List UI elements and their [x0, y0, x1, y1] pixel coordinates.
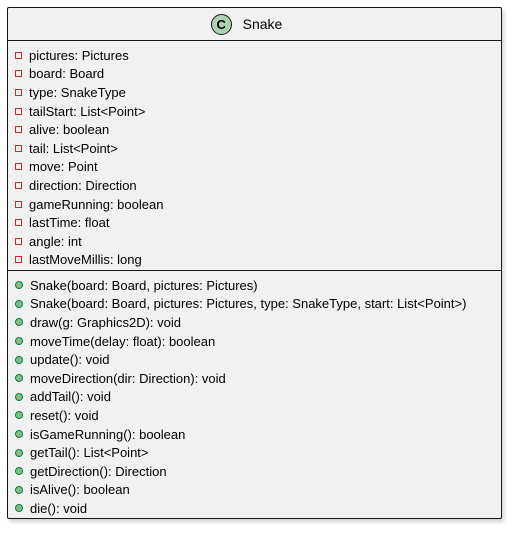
field-text: move: Point [29, 159, 98, 175]
method-text: die(): void [30, 500, 88, 516]
class-header: C Snake [8, 8, 501, 41]
field-text: pictures: Pictures [29, 47, 129, 63]
public-method-icon [15, 299, 23, 308]
private-field-icon [15, 181, 22, 189]
method-text: moveDirection(dir: Direction): void [30, 370, 226, 386]
class-icon-letter: C [216, 16, 226, 32]
private-field-icon [15, 107, 22, 115]
private-field-icon [15, 163, 22, 171]
methods-section: Snake(board: Board, pictures: Pictures) … [8, 271, 501, 518]
method-row: die(): void [8, 499, 501, 518]
method-text: reset(): void [30, 407, 99, 423]
public-method-icon [15, 504, 23, 513]
private-field-icon [15, 200, 22, 208]
method-text: Snake(board: Board, pictures: Pictures) [30, 277, 258, 293]
private-field-icon [15, 237, 22, 245]
field-row: lastMoveMillis: long [8, 251, 501, 270]
field-row: type: SnakeType [8, 83, 501, 102]
class-name: Snake [242, 16, 283, 32]
public-method-icon [15, 467, 23, 476]
private-field-icon [15, 256, 22, 264]
field-text: angle: int [29, 233, 82, 249]
public-method-icon [15, 448, 23, 457]
field-text: gameRunning: boolean [29, 196, 164, 212]
field-row: move: Point [8, 158, 501, 177]
public-method-icon [15, 318, 23, 327]
method-text: addTail(): void [30, 389, 111, 405]
method-row: moveDirection(dir: Direction): void [8, 369, 501, 388]
method-text: moveTime(delay: float): boolean [30, 333, 216, 349]
fields-section: pictures: Pictures board: Board type: Sn… [8, 41, 501, 271]
class-icon: C [210, 13, 232, 35]
field-row: tailStart: List<Point> [8, 102, 501, 121]
field-text: lastMoveMillis: long [29, 252, 142, 268]
private-field-icon [15, 126, 22, 134]
method-text: isAlive(): boolean [30, 482, 130, 498]
method-row: reset(): void [8, 406, 501, 425]
field-text: tail: List<Point> [29, 140, 118, 156]
method-row: moveTime(delay: float): boolean [8, 332, 501, 351]
public-method-icon [15, 485, 23, 494]
public-method-icon [15, 355, 23, 364]
field-text: type: SnakeType [29, 84, 126, 100]
method-row: draw(g: Graphics2D): void [8, 313, 501, 332]
private-field-icon [15, 88, 22, 96]
public-method-icon [15, 281, 23, 290]
field-row: angle: int [8, 232, 501, 251]
method-row: Snake(board: Board, pictures: Pictures, … [8, 295, 501, 314]
private-field-icon [15, 144, 22, 152]
method-text: getTail(): List<Point> [30, 445, 149, 461]
method-row: isAlive(): boolean [8, 481, 501, 500]
field-text: direction: Direction [29, 177, 137, 193]
field-row: alive: boolean [8, 120, 501, 139]
field-row: pictures: Pictures [8, 46, 501, 65]
method-row: addTail(): void [8, 388, 501, 407]
field-row: direction: Direction [8, 176, 501, 195]
method-row: isGameRunning(): boolean [8, 425, 501, 444]
field-text: tailStart: List<Point> [29, 103, 146, 119]
field-row: lastTime: float [8, 213, 501, 232]
method-text: getDirection(): Direction [30, 463, 167, 479]
method-text: isGameRunning(): boolean [30, 426, 186, 442]
public-method-icon [15, 374, 23, 383]
field-text: lastTime: float [29, 215, 110, 231]
method-text: draw(g: Graphics2D): void [30, 314, 181, 330]
field-text: board: Board [29, 66, 105, 82]
field-row: gameRunning: boolean [8, 195, 501, 214]
public-method-icon [15, 392, 23, 401]
public-method-icon [15, 430, 23, 439]
method-row: getTail(): List<Point> [8, 443, 501, 462]
method-text: update(): void [30, 352, 110, 368]
private-field-icon [15, 51, 22, 59]
method-row: update(): void [8, 350, 501, 369]
method-row: Snake(board: Board, pictures: Pictures) [8, 276, 501, 295]
field-row: board: Board [8, 65, 501, 84]
field-text: alive: boolean [29, 122, 110, 138]
field-row: tail: List<Point> [8, 139, 501, 158]
private-field-icon [15, 70, 22, 78]
public-method-icon [15, 337, 23, 346]
method-text: Snake(board: Board, pictures: Pictures, … [30, 296, 467, 312]
private-field-icon [15, 219, 22, 227]
public-method-icon [15, 411, 23, 420]
method-row: getDirection(): Direction [8, 462, 501, 481]
class-snake: C Snake pictures: Pictures board: Board … [7, 7, 502, 519]
